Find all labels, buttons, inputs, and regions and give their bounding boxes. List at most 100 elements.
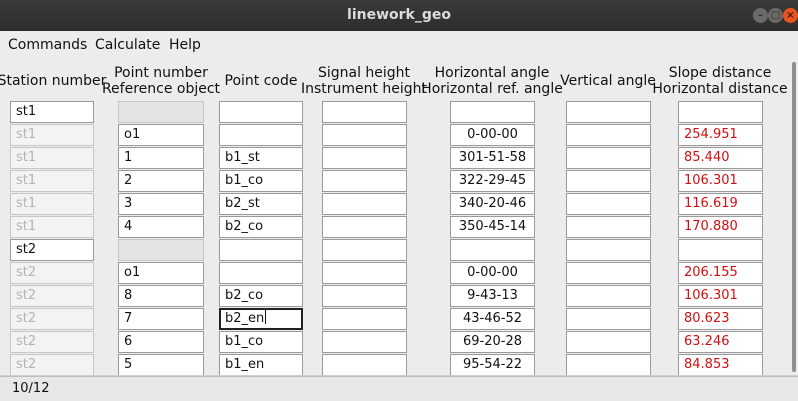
cell-hangle[interactable] bbox=[450, 239, 535, 261]
cell-code[interactable]: b1_en bbox=[219, 354, 303, 376]
cell-dist[interactable]: 84.853 bbox=[678, 354, 763, 376]
cell-code[interactable]: b2_co bbox=[219, 285, 303, 307]
cell-dist[interactable]: 116.619 bbox=[678, 193, 763, 215]
cell-code[interactable]: b1_co bbox=[219, 170, 303, 192]
cell-point[interactable]: 6 bbox=[118, 331, 204, 353]
cell-dist[interactable]: 80.623 bbox=[678, 308, 763, 330]
cell-dist[interactable] bbox=[678, 239, 763, 261]
cell-dist[interactable]: 170.880 bbox=[678, 216, 763, 238]
cell-code[interactable]: b2_en bbox=[219, 308, 303, 330]
cell-vangle[interactable] bbox=[566, 193, 651, 215]
cell-dist[interactable]: 63.246 bbox=[678, 331, 763, 353]
vertical-scrollbar[interactable] bbox=[790, 62, 798, 374]
cell-dist[interactable]: 106.301 bbox=[678, 285, 763, 307]
cell-code[interactable]: b1_co bbox=[219, 331, 303, 353]
cell-vangle[interactable] bbox=[566, 170, 651, 192]
cell-signal[interactable] bbox=[322, 124, 407, 146]
cell-point-value: o1 bbox=[124, 127, 141, 142]
cell-vangle[interactable] bbox=[566, 354, 651, 376]
cell-point[interactable]: 4 bbox=[118, 216, 204, 238]
cell-hangle[interactable]: 43-46-52 bbox=[450, 308, 535, 330]
cell-signal[interactable] bbox=[322, 354, 407, 376]
cell-hangle[interactable]: 340-20-46 bbox=[450, 193, 535, 215]
cell-point[interactable]: 5 bbox=[118, 354, 204, 376]
cell-hangle[interactable]: 69-20-28 bbox=[450, 331, 535, 353]
cell-hangle[interactable]: 0-00-00 bbox=[450, 124, 535, 146]
cell-hangle[interactable]: 322-29-45 bbox=[450, 170, 535, 192]
cell-point[interactable]: 8 bbox=[118, 285, 204, 307]
cell-signal[interactable] bbox=[322, 262, 407, 284]
cell-station-value: st1 bbox=[16, 173, 37, 188]
scrollbar-thumb[interactable] bbox=[792, 62, 796, 372]
cell-station: st2 bbox=[10, 331, 94, 353]
cell-dist[interactable]: 85.440 bbox=[678, 147, 763, 169]
cell-point-value: o1 bbox=[124, 265, 141, 280]
cell-signal[interactable] bbox=[322, 193, 407, 215]
cell-code[interactable]: b2_st bbox=[219, 193, 303, 215]
cell-vangle[interactable] bbox=[566, 331, 651, 353]
cell-hangle[interactable]: 95-54-22 bbox=[450, 354, 535, 376]
maximize-icon[interactable]: □ bbox=[768, 8, 783, 23]
menu-commands[interactable]: Commands bbox=[8, 37, 87, 53]
cell-vangle[interactable] bbox=[566, 262, 651, 284]
cell-code[interactable] bbox=[219, 262, 303, 284]
cell-code-value: b1_co bbox=[225, 173, 264, 188]
menu-help[interactable]: Help bbox=[169, 37, 201, 53]
cell-point[interactable]: 7 bbox=[118, 308, 204, 330]
column-header-dist: Slope distance Horizontal distance bbox=[630, 65, 798, 97]
cell-dist[interactable]: 106.301 bbox=[678, 170, 763, 192]
cell-dist[interactable] bbox=[678, 101, 763, 123]
cell-dist-value: 84.853 bbox=[684, 357, 730, 372]
cell-code-value: b2_co bbox=[225, 288, 264, 303]
cell-point-value: 5 bbox=[124, 357, 133, 372]
cell-dist[interactable]: 206.155 bbox=[678, 262, 763, 284]
cell-vangle[interactable] bbox=[566, 239, 651, 261]
cell-dist-value: 85.440 bbox=[684, 150, 730, 165]
cell-station[interactable]: st1 bbox=[10, 101, 94, 123]
cell-vangle[interactable] bbox=[566, 216, 651, 238]
cell-signal[interactable] bbox=[322, 331, 407, 353]
cell-vangle[interactable] bbox=[566, 308, 651, 330]
cell-station-value: st1 bbox=[16, 150, 37, 165]
cell-hangle[interactable]: 301-51-58 bbox=[450, 147, 535, 169]
close-icon[interactable]: × bbox=[783, 8, 798, 23]
cell-hangle[interactable]: 350-45-14 bbox=[450, 216, 535, 238]
cell-station: st2 bbox=[10, 354, 94, 376]
cell-code[interactable] bbox=[219, 124, 303, 146]
column-header-dist-line: Slope distance bbox=[668, 65, 772, 81]
cell-dist-value: 206.155 bbox=[684, 265, 738, 280]
column-header-dist-line: Horizontal distance bbox=[652, 81, 788, 97]
cell-signal[interactable] bbox=[322, 285, 407, 307]
cell-point-value: 2 bbox=[124, 173, 133, 188]
cell-point-value: 4 bbox=[124, 219, 133, 234]
cell-vangle[interactable] bbox=[566, 101, 651, 123]
cell-signal[interactable] bbox=[322, 147, 407, 169]
cell-code[interactable] bbox=[219, 101, 303, 123]
cell-hangle-value: 350-45-14 bbox=[458, 219, 527, 234]
menu-calculate[interactable]: Calculate bbox=[95, 37, 160, 53]
cell-code[interactable] bbox=[219, 239, 303, 261]
cell-hangle[interactable]: 9-43-13 bbox=[450, 285, 535, 307]
cell-point[interactable]: 3 bbox=[118, 193, 204, 215]
cell-station-value: st1 bbox=[16, 196, 37, 211]
cell-point[interactable]: o1 bbox=[118, 124, 204, 146]
cell-signal[interactable] bbox=[322, 101, 407, 123]
cell-point[interactable]: o1 bbox=[118, 262, 204, 284]
cell-station[interactable]: st2 bbox=[10, 239, 94, 261]
cell-vangle[interactable] bbox=[566, 285, 651, 307]
cell-signal[interactable] bbox=[322, 216, 407, 238]
menu-bar: Commands Calculate Help bbox=[0, 31, 798, 59]
minimize-icon[interactable]: – bbox=[753, 8, 768, 23]
cell-code[interactable]: b1_st bbox=[219, 147, 303, 169]
cell-hangle[interactable]: 0-00-00 bbox=[450, 262, 535, 284]
cell-vangle[interactable] bbox=[566, 124, 651, 146]
cell-code[interactable]: b2_co bbox=[219, 216, 303, 238]
cell-signal[interactable] bbox=[322, 239, 407, 261]
cell-hangle[interactable] bbox=[450, 101, 535, 123]
cell-signal[interactable] bbox=[322, 170, 407, 192]
cell-point[interactable]: 2 bbox=[118, 170, 204, 192]
cell-point[interactable]: 1 bbox=[118, 147, 204, 169]
cell-signal[interactable] bbox=[322, 308, 407, 330]
cell-vangle[interactable] bbox=[566, 147, 651, 169]
cell-dist[interactable]: 254.951 bbox=[678, 124, 763, 146]
